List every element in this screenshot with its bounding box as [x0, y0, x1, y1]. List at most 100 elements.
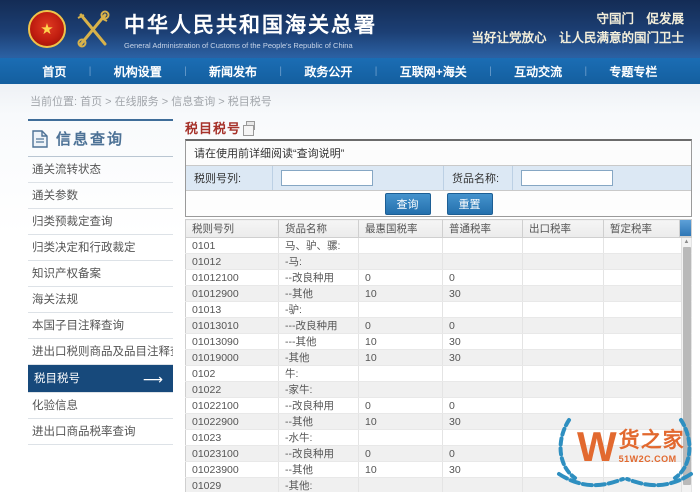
- table-cell: [522, 349, 604, 366]
- site-subtitle: General Administration of Customs of the…: [124, 40, 353, 50]
- column-header: 出口税率: [522, 219, 604, 238]
- table-cell: ---改良种用: [278, 317, 359, 334]
- sidebar-item[interactable]: 化验信息: [28, 393, 173, 419]
- nav-item-1[interactable]: 首页: [42, 63, 66, 80]
- table-cell: [358, 381, 443, 398]
- sidebar-item-label: 通关参数: [32, 190, 78, 202]
- table-cell: [442, 381, 523, 398]
- nav-item-2[interactable]: 机构设置: [114, 63, 162, 80]
- nav-separator: |: [489, 65, 492, 77]
- nav-item-5[interactable]: 互联网+海关: [400, 63, 467, 80]
- table-cell: 30: [442, 413, 523, 430]
- table-cell: [522, 477, 604, 492]
- sidebar-title: 信息查询: [56, 131, 125, 148]
- table-cell: 0: [442, 445, 523, 462]
- table-cell: --其他: [278, 413, 359, 430]
- table-cell: [442, 253, 523, 270]
- table-cell: [358, 429, 443, 446]
- column-header: 最惠国税率: [358, 219, 443, 238]
- main-panel: 税目税号 请在使用前详细阅读“查询说明” 税则号列: 货品名称: 查询 重置 税…: [185, 119, 692, 492]
- table-cell: [358, 301, 443, 318]
- usage-notice: 请在使用前详细阅读“查询说明”: [186, 141, 691, 166]
- sidebar-item[interactable]: 通关参数: [28, 183, 173, 209]
- table-row: 01013 -驴:: [185, 301, 692, 318]
- table-cell: 01019000: [185, 349, 279, 366]
- sidebar-item[interactable]: 进出口商品税率查询: [28, 419, 173, 445]
- table-cell: 30: [442, 333, 523, 350]
- nav-item-6[interactable]: 互动交流: [514, 63, 562, 80]
- table-cell: -其他: [278, 349, 359, 366]
- table-cell: 10: [358, 333, 443, 350]
- table-cell: --改良种用: [278, 445, 359, 462]
- table-cell: 01012: [185, 253, 279, 270]
- nav-item-3[interactable]: 新闻发布: [209, 63, 257, 80]
- sidebar-item-label: 化验信息: [32, 400, 78, 412]
- table-cell: 10: [358, 461, 443, 478]
- table-cell: [522, 237, 604, 254]
- table-row: 01023900 --其他 10 30: [185, 461, 692, 478]
- table-cell: 0101: [185, 237, 279, 254]
- sidebar-item[interactable]: 归类决定和行政裁定: [28, 235, 173, 261]
- breadcrumb-item[interactable]: 首页: [80, 96, 102, 108]
- breadcrumb-item: 税目税号: [227, 96, 272, 108]
- table-row: 01022900 --其他 10 30: [185, 413, 692, 430]
- table-cell: 01023100: [185, 445, 279, 462]
- sidebar-menu: 通关流转状态通关参数归类预裁定查询归类决定和行政裁定知识产权备案海关法规本国子目…: [28, 157, 173, 445]
- slogan-line-2: 当好让党放心 让人民满意的国门卫士: [471, 31, 684, 45]
- table-cell: [522, 461, 604, 478]
- table-cell: [442, 429, 523, 446]
- scrollbar-track[interactable]: ▲: [681, 238, 691, 492]
- banner-slogans: 守国门 促发展 当好让党放心 让人民满意的国门卫士: [471, 10, 690, 49]
- sidebar-item[interactable]: 进出口税则商品及品目注释查询: [28, 339, 173, 365]
- table-cell: 0: [358, 445, 443, 462]
- table-cell: [522, 285, 604, 302]
- column-header: 普通税率: [442, 219, 523, 238]
- scroll-up-icon[interactable]: ▲: [682, 238, 691, 246]
- page-title: 税目税号: [185, 121, 242, 136]
- nav-item-4[interactable]: 政务公开: [304, 63, 352, 80]
- query-box: 请在使用前详细阅读“查询说明” 税则号列: 货品名称: 查询 重置: [185, 139, 692, 217]
- query-button[interactable]: 查询: [384, 192, 431, 215]
- table-cell: [442, 237, 523, 254]
- nav-item-7[interactable]: 专题专栏: [609, 63, 657, 80]
- table-cell: 01023900: [185, 461, 279, 478]
- table-cell: 30: [442, 461, 523, 478]
- table-cell: --其他: [278, 461, 359, 478]
- sidebar-item[interactable]: 通关流转状态: [28, 157, 173, 183]
- table-row: 01029 -其他:: [185, 477, 692, 492]
- sidebar-item-active[interactable]: 税目税号 ⟶: [28, 365, 173, 393]
- table-cell: 0: [442, 317, 523, 334]
- table-cell: 01023: [185, 429, 279, 446]
- table-cell: 0: [358, 317, 443, 334]
- sidebar-item[interactable]: 知识产权备案: [28, 261, 173, 287]
- table-cell: [522, 413, 604, 430]
- scrollbar-thumb[interactable]: [682, 247, 691, 485]
- goods-name-input[interactable]: [521, 170, 613, 186]
- arrow-right-icon: ⟶: [142, 370, 163, 387]
- table-cell: [522, 429, 604, 446]
- site-title: 中华人民共和国海关总署: [124, 13, 377, 37]
- table-cell: [522, 445, 604, 462]
- table-scrollbar: ▲: [679, 219, 692, 492]
- table-cell: ---其他: [278, 333, 359, 350]
- breadcrumb-item[interactable]: 信息查询: [171, 96, 215, 108]
- table-cell: [522, 301, 604, 318]
- breadcrumb: 当前位置: 首页 > 在线服务 > 信息查询 > 税目税号: [0, 84, 700, 115]
- sidebar-item-label: 海关法规: [32, 294, 78, 306]
- table-cell: [358, 253, 443, 270]
- table-header-row: 税则号列 货品名称 最惠国税率 普通税率 出口税率 暂定税率: [185, 219, 692, 238]
- sidebar-item-label: 归类决定和行政裁定: [32, 242, 136, 254]
- reset-button[interactable]: 重置: [446, 192, 493, 215]
- tariff-no-input[interactable]: [281, 170, 373, 186]
- star-icon: ★: [40, 20, 54, 38]
- breadcrumb-item[interactable]: 在线服务: [115, 96, 159, 108]
- slogan-line-1: 守国门 促发展: [596, 11, 684, 26]
- sidebar-item[interactable]: 归类预裁定查询: [28, 209, 173, 235]
- tariff-table-body: 0101 马、驴、骡: 01012 -马: 01012100 --改良种用 0 0 010129…: [185, 237, 692, 492]
- table-row: 01013090 ---其他 10 30: [185, 333, 692, 350]
- table-row: 01022 -家牛:: [185, 381, 692, 398]
- sidebar-item[interactable]: 海关法规: [28, 287, 173, 313]
- sidebar-item[interactable]: 本国子目注释查询: [28, 313, 173, 339]
- table-cell: [522, 381, 604, 398]
- table-cell: 01029: [185, 477, 279, 492]
